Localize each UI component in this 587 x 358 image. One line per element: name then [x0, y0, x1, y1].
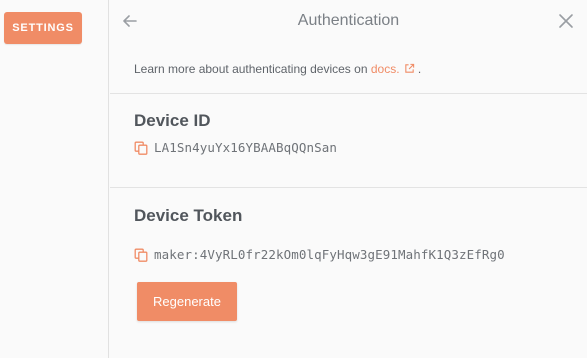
device-token-heading: Device Token [134, 206, 243, 225]
app-root: SETTINGS Authentication Learn more about… [0, 0, 587, 358]
info-prefix: Learn more about authenticating devices … [134, 62, 368, 76]
device-id-row: LA1Sn4yuYx16YBAABqQQnSan [134, 140, 337, 155]
close-icon [559, 14, 573, 28]
device-id-heading: Device ID [134, 111, 211, 130]
divider [110, 187, 587, 188]
regenerate-button[interactable]: Regenerate [137, 282, 237, 321]
panel-header: Authentication [110, 0, 587, 42]
copy-icon[interactable] [134, 248, 148, 262]
left-column: SETTINGS [0, 0, 109, 358]
external-link-icon[interactable] [404, 63, 415, 74]
copy-icon[interactable] [134, 141, 148, 155]
docs-info-text: Learn more about authenticating devices … [134, 62, 421, 76]
divider [110, 93, 587, 94]
device-token-value: maker:4VyRL0fr22kOm0lqFyHqw3gE91MahfK1Q3… [154, 247, 505, 262]
docs-link[interactable]: docs. [371, 62, 400, 76]
page-title: Authentication [297, 12, 400, 29]
device-token-row: maker:4VyRL0fr22kOm0lqFyHqw3gE91MahfK1Q3… [134, 247, 505, 262]
info-suffix: . [417, 62, 422, 76]
close-button[interactable] [557, 12, 575, 30]
settings-button[interactable]: SETTINGS [4, 12, 82, 44]
device-id-value: LA1Sn4yuYx16YBAABqQQnSan [154, 140, 338, 155]
authentication-panel: Authentication Learn more about authenti… [110, 0, 587, 358]
